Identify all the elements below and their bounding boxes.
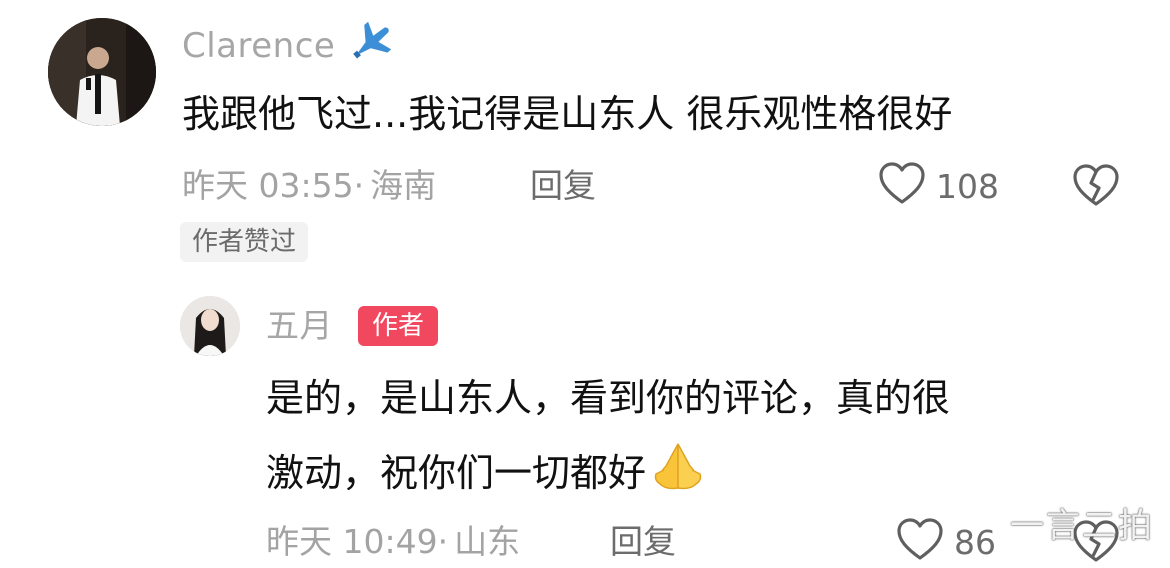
commenter-username[interactable]: Clarence xyxy=(182,20,397,75)
liked-by-author-tag: 作者赞过 xyxy=(180,222,309,262)
reply-like-count: 86 xyxy=(954,522,996,562)
meta-separator: · xyxy=(353,166,365,205)
commenter-username-text: Clarence xyxy=(182,26,336,66)
reply-text-line2: 激动，祝你们一切都好 xyxy=(266,440,706,505)
heart-icon xyxy=(896,518,944,566)
heart-icon xyxy=(878,162,926,210)
reply-like-button[interactable]: 86 xyxy=(896,518,996,566)
commenter-avatar[interactable] xyxy=(48,18,156,126)
comment-time: 昨天 03:55 xyxy=(182,166,354,205)
reply-username[interactable]: 五月 xyxy=(266,304,333,348)
broken-heart-icon xyxy=(1072,164,1120,212)
avatar-photo xyxy=(180,296,240,356)
like-count: 108 xyxy=(936,166,999,206)
watermark: 一言二拍 xyxy=(1010,506,1154,546)
reply-text-line1: 是的，是山东人，看到你的评论，真的很 xyxy=(266,376,951,420)
praying-hands-icon xyxy=(650,440,706,505)
reply-button[interactable]: 回复 xyxy=(530,164,596,208)
reply-location: 山东 xyxy=(454,522,521,561)
meta-separator: · xyxy=(437,522,449,561)
avatar-photo xyxy=(48,18,156,126)
dislike-button[interactable] xyxy=(1072,164,1120,212)
airplane-icon xyxy=(347,20,397,75)
author-badge: 作者 xyxy=(358,306,439,346)
reply-reply-button[interactable]: 回复 xyxy=(610,520,676,564)
comment-text: 我跟他飞过...我记得是山东人 很乐观性格很好 xyxy=(182,92,953,136)
comment-location: 海南 xyxy=(370,166,437,205)
reply-author-avatar[interactable] xyxy=(180,296,240,356)
comment-meta: 昨天 03:55· 海南 xyxy=(182,164,436,208)
reply-meta: 昨天 10:49· 山东 xyxy=(266,520,520,564)
reply-text-line2-text: 激动，祝你们一切都好 xyxy=(266,450,647,495)
broken-heart-icon xyxy=(1072,520,1120,568)
like-button[interactable]: 108 xyxy=(878,162,999,210)
reply-time: 昨天 10:49 xyxy=(266,522,438,561)
